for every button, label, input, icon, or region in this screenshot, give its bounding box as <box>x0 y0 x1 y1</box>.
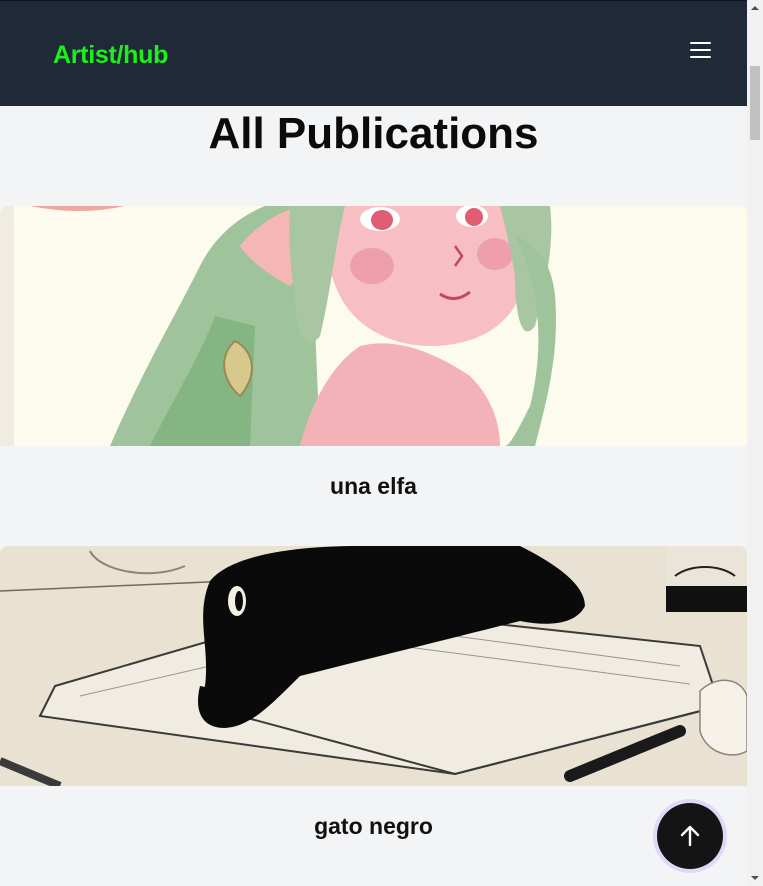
publication-card[interactable]: una elfa <box>0 206 747 500</box>
menu-line <box>690 56 711 58</box>
publication-title[interactable]: una elfa <box>0 472 747 500</box>
menu-line <box>690 42 711 44</box>
scroll-down-arrow-icon[interactable] <box>747 870 763 886</box>
page-title: All Publications <box>208 109 539 158</box>
publication-image[interactable] <box>0 206 747 446</box>
arrow-up-icon <box>680 825 700 847</box>
scrollbar-thumb[interactable] <box>750 66 760 140</box>
publication-image[interactable] <box>0 546 747 786</box>
back-to-top-button[interactable] <box>657 803 723 869</box>
publication-title[interactable]: gato negro <box>0 812 747 840</box>
brand-logo[interactable]: Artist/hub <box>53 41 168 70</box>
page: Artist/hub All Publications una elfa gat… <box>0 0 763 886</box>
scroll-up-arrow-icon[interactable] <box>747 0 763 16</box>
hamburger-menu-icon[interactable] <box>688 39 714 61</box>
navbar: Artist/hub <box>0 0 747 106</box>
publication-card[interactable]: gato negro <box>0 546 747 840</box>
viewport: Artist/hub All Publications una elfa gat… <box>0 0 747 886</box>
menu-line <box>690 49 711 51</box>
vertical-scrollbar[interactable] <box>747 0 763 886</box>
